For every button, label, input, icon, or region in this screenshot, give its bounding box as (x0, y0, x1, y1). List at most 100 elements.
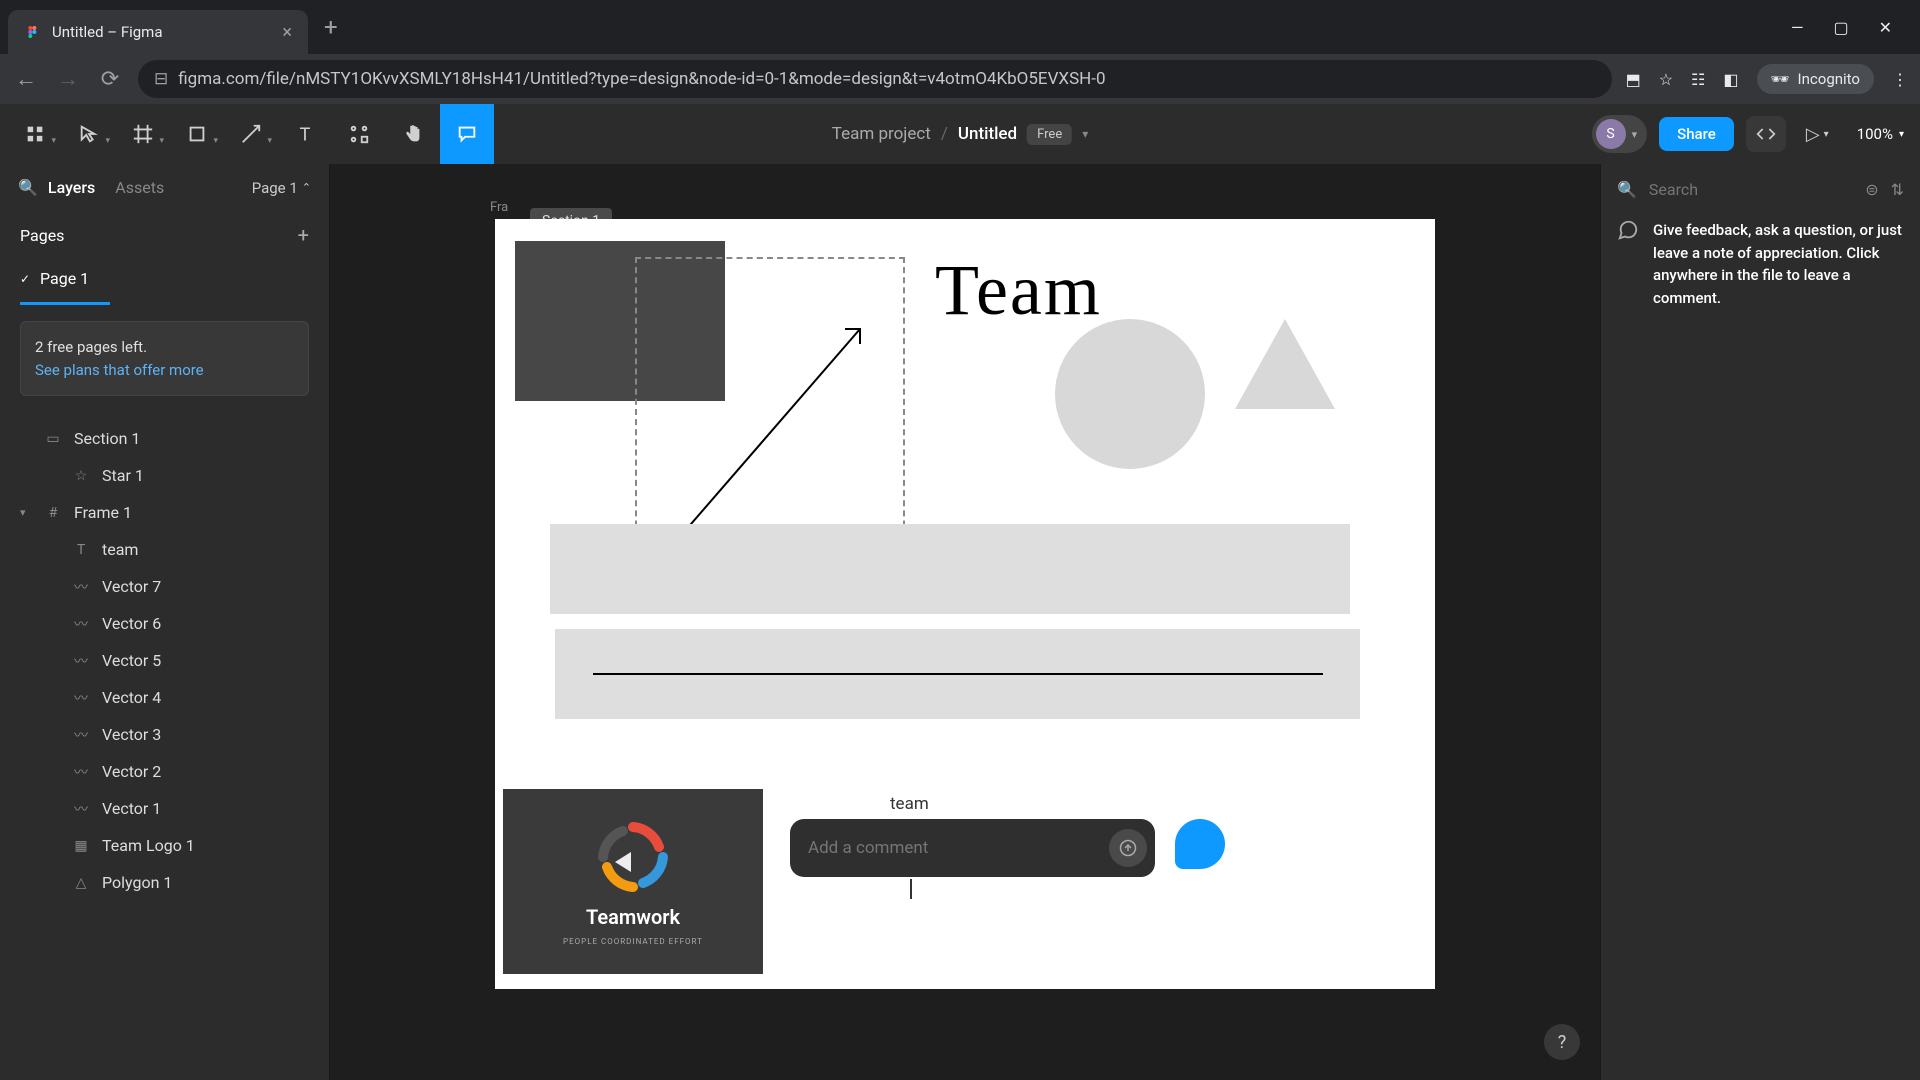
layer-item[interactable]: 〰Vector 3 (0, 716, 329, 753)
user-avatar-menu[interactable]: S ▾ (1592, 115, 1648, 153)
close-window-button[interactable]: ✕ (1879, 18, 1892, 37)
share-button[interactable]: Share (1659, 117, 1734, 151)
pen-tool[interactable]: ▾ (224, 104, 278, 164)
browser-tab[interactable]: Untitled – Figma × (8, 10, 308, 54)
vector-icon: 〰 (72, 800, 90, 818)
vector-icon: 〰 (72, 615, 90, 633)
shape-tool[interactable]: ▾ (170, 104, 224, 164)
reading-list-icon[interactable]: ☷ (1691, 70, 1705, 89)
frame-label[interactable]: Fra (490, 200, 508, 215)
browser-tab-bar: Untitled – Figma × + — ▢ ✕ (0, 0, 1920, 54)
dev-mode-button[interactable] (1746, 116, 1786, 152)
comment-search-input[interactable] (1649, 180, 1853, 199)
main-menu-button[interactable]: ▾ (8, 104, 62, 164)
reload-button[interactable]: ⟳ (96, 67, 124, 92)
search-icon[interactable]: 🔍 (18, 178, 38, 197)
logo-text: Teamwork (586, 905, 680, 929)
layer-label: Star 1 (102, 466, 144, 485)
maximize-button[interactable]: ▢ (1833, 18, 1848, 37)
layer-item[interactable]: ▭Section 1 (0, 420, 329, 457)
svg-text:T: T (300, 124, 311, 145)
new-tab-button[interactable]: + (324, 13, 338, 41)
resources-tool[interactable] (332, 104, 386, 164)
assets-tab[interactable]: Assets (115, 178, 164, 197)
url-bar[interactable]: ⊟ figma.com/file/nMSTY1OKvvXSMLY18HsH41/… (138, 60, 1612, 98)
layers-tab[interactable]: 🔍 Layers (18, 178, 95, 197)
team-logo-image[interactable]: Teamwork PEOPLE COORDINATED EFFORT (503, 789, 763, 974)
bookmark-icon[interactable]: ☆ (1659, 70, 1673, 89)
search-icon[interactable]: 🔍 (1617, 180, 1637, 199)
page-selector[interactable]: Page 1 ⌃ (252, 179, 311, 197)
layer-item[interactable]: ☆ Star 1 (0, 457, 329, 494)
text-cursor (910, 879, 912, 899)
filter-icon[interactable]: ⇅ (1891, 180, 1904, 199)
arrow-vector[interactable] (660, 319, 880, 559)
layer-item[interactable]: ▦Team Logo 1 (0, 827, 329, 864)
comment-pin-icon[interactable] (1175, 819, 1225, 869)
site-info-icon[interactable]: ⊟ (154, 69, 168, 89)
page-progress-bar (20, 302, 110, 305)
side-panel-icon[interactable]: ◧ (1723, 70, 1738, 89)
team-handwriting-text[interactable]: Team (935, 249, 1102, 332)
layer-item[interactable]: 〰Vector 1 (0, 790, 329, 827)
minimize-button[interactable]: — (1791, 18, 1804, 37)
url-text: figma.com/file/nMSTY1OKvvXSMLY18HsH41/Un… (178, 69, 1105, 89)
zoom-control[interactable]: 100%▾ (1849, 125, 1912, 143)
hand-tool[interactable] (386, 104, 440, 164)
user-avatar: S (1596, 119, 1626, 149)
comment-submit-button[interactable] (1109, 829, 1147, 867)
chevron-up-icon: ⌃ (302, 181, 311, 194)
browser-menu-icon[interactable]: ⋮ (1892, 70, 1908, 89)
layer-item[interactable]: △Polygon 1 (0, 864, 329, 901)
grey-band-2[interactable] (555, 629, 1360, 719)
help-button[interactable]: ? (1544, 1024, 1580, 1060)
upsell-link[interactable]: See plans that offer more (35, 359, 294, 382)
page-item[interactable]: ✓ Page 1 (0, 259, 329, 298)
text-tool[interactable]: T (278, 104, 332, 164)
vector-icon: 〰 (72, 652, 90, 670)
layer-item[interactable]: 〰Vector 4 (0, 679, 329, 716)
layer-label: Vector 6 (102, 614, 161, 633)
frame-tool[interactable]: ▾ (116, 104, 170, 164)
file-name[interactable]: Untitled (958, 124, 1017, 144)
layer-item[interactable]: ▾#Frame 1 (0, 494, 329, 531)
incognito-badge[interactable]: 🕶 Incognito (1757, 64, 1875, 94)
back-button[interactable]: ← (12, 66, 40, 92)
comment-input[interactable] (808, 838, 1099, 858)
image-icon: ▦ (72, 837, 90, 855)
layer-item[interactable]: 〰Vector 2 (0, 753, 329, 790)
star-icon: ☆ (72, 467, 90, 485)
grey-band-1[interactable] (550, 524, 1350, 614)
horizontal-line-vector[interactable] (593, 673, 1323, 675)
layer-item[interactable]: Tteam (0, 531, 329, 568)
left-panel: 🔍 Layers Assets Page 1 ⌃ Pages + ✓ Page … (0, 164, 330, 1080)
chevron-down-icon: ▾ (1632, 128, 1638, 141)
layers-list: ▭Section 1 ☆ Star 1 ▾#Frame 1Tteam〰Vector 7… (0, 412, 329, 1080)
comment-input-box[interactable] (790, 819, 1155, 877)
present-button[interactable]: ▷▾ (1798, 124, 1837, 145)
tab-close-icon[interactable]: × (282, 22, 292, 43)
canvas[interactable]: Fra Section 1 Team (330, 164, 1600, 1080)
layer-label: Vector 5 (102, 651, 161, 670)
ellipse-shape[interactable] (1055, 319, 1205, 469)
plan-badge[interactable]: Free (1027, 124, 1072, 145)
incognito-label: Incognito (1798, 70, 1860, 88)
add-page-button[interactable]: + (298, 223, 309, 247)
install-app-icon[interactable]: ⬒ (1626, 70, 1641, 89)
comment-bubble-icon (1617, 219, 1639, 309)
layer-item[interactable]: 〰 Vector 5 (0, 642, 329, 679)
upsell-card: 2 free pages left. See plans that offer … (20, 321, 309, 396)
polygon-shape[interactable] (1235, 319, 1335, 409)
file-menu-caret[interactable]: ▾ (1082, 127, 1088, 141)
expand-icon[interactable]: ▾ (20, 506, 32, 519)
layer-item[interactable]: 〰Vector 7 (0, 568, 329, 605)
move-tool[interactable]: ▾ (62, 104, 116, 164)
frame-1[interactable]: Team Teamwork PEOPLE COORDINATED EFFORT (495, 219, 1435, 989)
settings-icon[interactable]: ⊜ (1865, 180, 1878, 199)
checkmark-icon: ✓ (20, 272, 30, 286)
team-name[interactable]: Team project (832, 124, 931, 144)
forward-button[interactable]: → (54, 66, 82, 92)
comment-tool[interactable] (440, 104, 494, 164)
team-text-label[interactable]: team (890, 794, 929, 814)
layer-item[interactable]: 〰 Vector 6 (0, 605, 329, 642)
